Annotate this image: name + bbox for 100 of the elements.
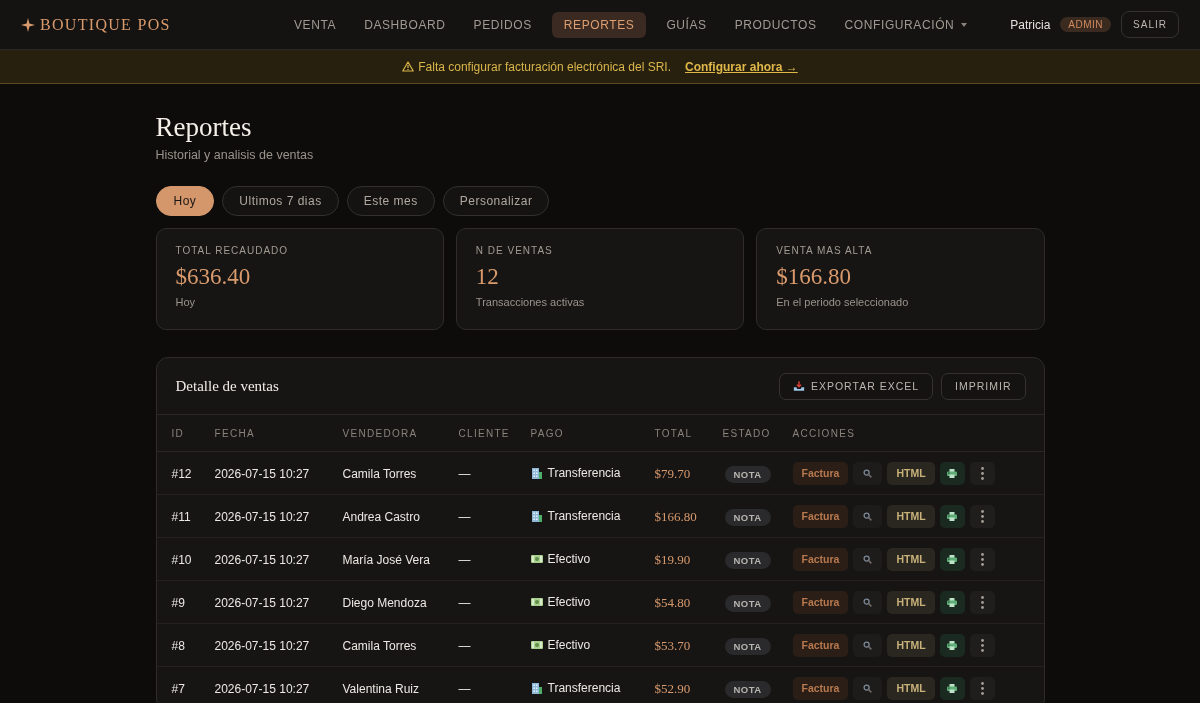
sale-total: $53.70 [654, 638, 691, 653]
more-options-icon [980, 552, 984, 566]
seller-name: María José Vera [342, 553, 430, 567]
period-filter[interactable]: Hoy [155, 186, 215, 216]
printer-button[interactable] [939, 676, 965, 700]
sale-id: #12 [171, 467, 192, 481]
column-header: PAGO [530, 427, 564, 439]
table-title: Detalle de ventas [175, 377, 279, 395]
configure-link[interactable]: Configurar ahora → [685, 59, 798, 74]
printer-icon [947, 468, 958, 478]
sale-id: #9 [171, 596, 185, 610]
more-button[interactable] [969, 590, 995, 614]
stat-label: N DE VENTAS [475, 245, 554, 256]
sale-date: 2026-07-15 10:27 [214, 467, 310, 481]
invoice-button[interactable]: Factura [792, 504, 849, 528]
client-name: — [458, 510, 471, 524]
print-button[interactable]: IMPRIMIR [941, 372, 1026, 400]
printer-button[interactable] [939, 547, 965, 571]
sale-id: #11 [171, 510, 191, 524]
column-header: CLIENTE [458, 427, 510, 439]
more-button[interactable] [969, 547, 995, 571]
status-badge: NOTA [724, 680, 771, 698]
stat-note: Hoy [175, 296, 197, 308]
view-button[interactable] [853, 590, 883, 614]
seller-name: Andrea Castro [342, 510, 420, 524]
logout-button[interactable]: SALIR [1121, 11, 1179, 38]
column-header: VENDEDORA [342, 427, 418, 439]
status-badge: NOTA [724, 465, 771, 483]
sale-total: $52.90 [654, 681, 691, 696]
more-options-icon [980, 509, 984, 523]
sale-total: $166.80 [654, 509, 697, 524]
status-badge: NOTA [724, 637, 771, 655]
invoice-button[interactable]: Factura [792, 461, 849, 485]
invoice-button[interactable]: Factura [792, 633, 849, 657]
html-button[interactable]: HTML [887, 633, 935, 657]
printer-button[interactable] [939, 590, 965, 614]
nav-tab[interactable]: CONFIGURACIÓN [836, 11, 976, 38]
printer-button[interactable] [939, 633, 965, 657]
stat-note: Transacciones activas [475, 296, 586, 308]
period-filter[interactable]: Este mes [346, 186, 435, 216]
seller-name: Diego Mendoza [342, 596, 427, 610]
period-filter[interactable]: Ultimos 7 dias [222, 186, 339, 216]
printer-icon [947, 683, 958, 693]
column-header: ID [171, 427, 185, 439]
download-tray-icon [792, 380, 805, 392]
nav-tab[interactable]: PEDIDOS [465, 11, 540, 38]
column-header: ACCIONES [792, 427, 856, 439]
html-button[interactable]: HTML [887, 461, 935, 485]
building-icon [530, 467, 543, 479]
export-button[interactable]: EXPORTAR EXCEL [778, 372, 934, 400]
more-options-icon [980, 638, 984, 652]
html-button[interactable]: HTML [887, 676, 935, 700]
nav-tab[interactable]: DASHBOARD [356, 11, 454, 38]
more-options-icon [980, 466, 984, 480]
payment-method: Transferencia [547, 466, 621, 480]
seller-name: Camila Torres [342, 639, 417, 653]
nav-tab[interactable]: PRODUCTOS [726, 11, 825, 38]
printer-button[interactable] [939, 461, 965, 485]
invoice-button[interactable]: Factura [792, 590, 849, 614]
payment-method: Efectivo [547, 595, 591, 609]
more-button[interactable] [969, 633, 995, 657]
page-title: Reportes [155, 111, 253, 143]
html-button[interactable]: HTML [887, 547, 935, 571]
payment-method: Transferencia [547, 681, 621, 695]
view-button[interactable] [853, 676, 883, 700]
search-icon [863, 640, 873, 650]
column-header: FECHA [214, 427, 255, 439]
html-button[interactable]: HTML [887, 504, 935, 528]
payment-method: Efectivo [547, 638, 591, 652]
view-button[interactable] [853, 461, 883, 485]
view-button[interactable] [853, 547, 883, 571]
more-button[interactable] [969, 676, 995, 700]
more-options-icon [980, 681, 984, 695]
role-badge: ADMIN [1060, 17, 1112, 32]
seller-name: Valentina Ruiz [342, 682, 419, 696]
more-button[interactable] [969, 461, 995, 485]
view-button[interactable] [853, 633, 883, 657]
client-name: — [458, 553, 471, 567]
search-icon [863, 597, 873, 607]
html-button[interactable]: HTML [887, 590, 935, 614]
printer-button[interactable] [939, 504, 965, 528]
period-filter[interactable]: Personalizar [442, 186, 550, 216]
sale-date: 2026-07-15 10:27 [214, 639, 310, 653]
nav-tab[interactable]: GUÍAS [658, 11, 715, 38]
invoice-button[interactable]: Factura [792, 676, 849, 700]
nav-tab[interactable]: REPORTES [551, 11, 647, 38]
sale-date: 2026-07-15 10:27 [214, 553, 310, 567]
sale-total: $54.80 [654, 595, 691, 610]
invoice-button[interactable]: Factura [792, 547, 849, 571]
search-icon [863, 468, 873, 478]
warning-icon [402, 61, 415, 72]
warning-message: Falta configurar facturación electrónica del SRI. [418, 59, 672, 74]
client-name: — [458, 467, 471, 481]
nav-tab[interactable]: VENTA [286, 11, 345, 38]
more-button[interactable] [969, 504, 995, 528]
user-name: Patricia [1010, 17, 1051, 32]
column-header: TOTAL [654, 427, 693, 439]
status-badge: NOTA [724, 551, 771, 569]
view-button[interactable] [853, 504, 883, 528]
sale-id: #10 [171, 553, 192, 567]
